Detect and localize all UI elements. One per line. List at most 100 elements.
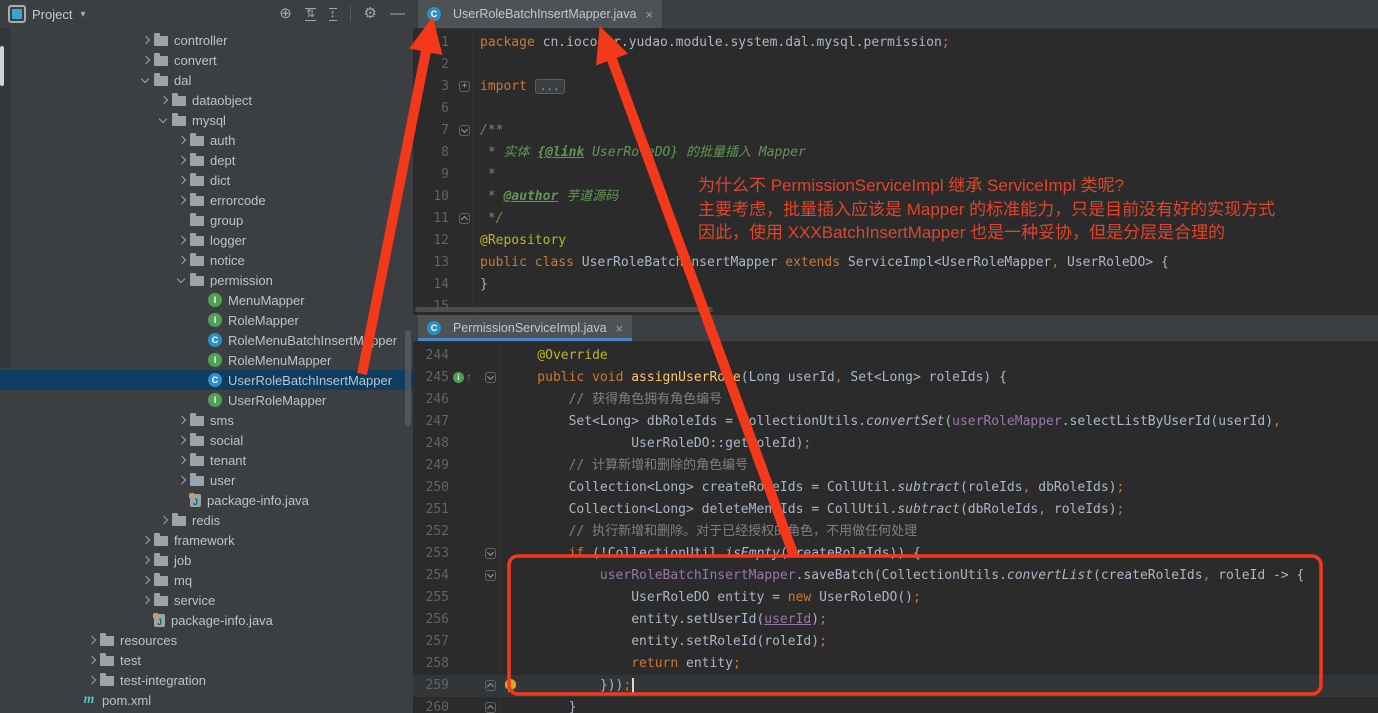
- tree-item-errorcode[interactable]: errorcode: [0, 190, 413, 210]
- code-area-top[interactable]: 1package cn.iocoder.yudao.module.system.…: [413, 28, 1378, 315]
- line-number[interactable]: 260: [413, 697, 449, 713]
- code-line-250[interactable]: 250Collection<Long> createRoleIds = Coll…: [413, 477, 1378, 499]
- line-number[interactable]: 251: [413, 499, 449, 521]
- line-number[interactable]: 7: [413, 120, 449, 142]
- code-line-12[interactable]: 12@Repository: [413, 230, 1378, 252]
- tree-item-service[interactable]: service: [0, 590, 413, 610]
- line-number[interactable]: 15: [413, 296, 449, 315]
- line-number[interactable]: 258: [413, 653, 449, 675]
- tree-item-framework[interactable]: framework: [0, 530, 413, 550]
- fold-marker-icon[interactable]: [459, 213, 470, 224]
- project-panel-title[interactable]: Project: [32, 7, 72, 22]
- fold-marker-icon[interactable]: [485, 702, 496, 713]
- tree-item-mysql[interactable]: mysql: [0, 110, 413, 130]
- chevron-right-icon[interactable]: [138, 52, 154, 68]
- tree-item-auth[interactable]: auth: [0, 130, 413, 150]
- code-line-7[interactable]: 7/**: [413, 120, 1378, 142]
- fold-marker-icon[interactable]: [485, 570, 496, 581]
- fold-marker-icon[interactable]: [459, 125, 470, 136]
- chevron-right-icon[interactable]: [174, 152, 190, 168]
- tree-item-package-info.java[interactable]: Jpackage-info.java: [0, 490, 413, 510]
- tree-item-rolemenubatchinsertmapper[interactable]: CRoleMenuBatchInsertMapper: [0, 330, 413, 350]
- code-line-249[interactable]: 249// 计算新增和删除的角色编号: [413, 455, 1378, 477]
- chevron-down-icon[interactable]: [138, 72, 154, 88]
- code-line-8[interactable]: 8 * 实体 {@link UserRoleDO} 的批量插入 Mapper: [413, 142, 1378, 164]
- line-number[interactable]: 10: [413, 186, 449, 208]
- tree-item-group[interactable]: group: [0, 210, 413, 230]
- line-number[interactable]: 252: [413, 521, 449, 543]
- tree-item-pom.xml[interactable]: mpom.xml: [0, 690, 413, 710]
- tree-item-test-integration[interactable]: test-integration: [0, 670, 413, 690]
- tab-userrolebatchinsertmapper[interactable]: C UserRoleBatchInsertMapper.java ×: [418, 0, 662, 28]
- tree-item-dict[interactable]: dict: [0, 170, 413, 190]
- line-number[interactable]: 2: [413, 54, 449, 76]
- chevron-right-icon[interactable]: [138, 552, 154, 568]
- chevron-right-icon[interactable]: [174, 252, 190, 268]
- override-method-icon[interactable]: i: [453, 372, 464, 383]
- line-number[interactable]: 12: [413, 230, 449, 252]
- expand-all-icon[interactable]: ⇅: [305, 8, 316, 21]
- tree-item-menumapper[interactable]: IMenuMapper: [0, 290, 413, 310]
- code-line-258[interactable]: 258return entity;: [413, 653, 1378, 675]
- line-number[interactable]: 9: [413, 164, 449, 186]
- line-number[interactable]: 248: [413, 433, 449, 455]
- line-number[interactable]: 8: [413, 142, 449, 164]
- chevron-right-icon[interactable]: [138, 32, 154, 48]
- code-line-9[interactable]: 9 *: [413, 164, 1378, 186]
- tree-item-package-info.java[interactable]: Jpackage-info.java: [0, 610, 413, 630]
- chevron-right-icon[interactable]: [156, 512, 172, 528]
- line-number[interactable]: 253: [413, 543, 449, 565]
- chevron-right-icon[interactable]: [174, 452, 190, 468]
- tree-item-rolemenumapper[interactable]: IRoleMenuMapper: [0, 350, 413, 370]
- locate-file-icon[interactable]: ⊕: [279, 6, 292, 22]
- tree-item-user[interactable]: user: [0, 470, 413, 490]
- code-line-2[interactable]: 2: [413, 54, 1378, 76]
- tree-item-dal[interactable]: dal: [0, 70, 413, 90]
- code-line-6[interactable]: 6: [413, 98, 1378, 120]
- code-line-257[interactable]: 257entity.setRoleId(roleId);: [413, 631, 1378, 653]
- tree-item-rolemapper[interactable]: IRoleMapper: [0, 310, 413, 330]
- intention-bulb-icon[interactable]: [505, 679, 516, 689]
- chevron-down-icon[interactable]: [156, 112, 172, 128]
- code-line-251[interactable]: 251Collection<Long> deleteMenuIds = Coll…: [413, 499, 1378, 521]
- line-number[interactable]: 250: [413, 477, 449, 499]
- chevron-down-icon[interactable]: ▾: [80, 9, 85, 20]
- code-line-15[interactable]: 15: [413, 296, 1378, 315]
- code-line-252[interactable]: 252// 执行新增和删除。对于已经授权的角色，不用做任何处理: [413, 521, 1378, 543]
- line-number[interactable]: 256: [413, 609, 449, 631]
- code-line-11[interactable]: 11 */: [413, 208, 1378, 230]
- chevron-right-icon[interactable]: [174, 132, 190, 148]
- code-line-245[interactable]: 245i↑public void assignUserRole(Long use…: [413, 367, 1378, 389]
- fold-marker-icon[interactable]: [485, 680, 496, 691]
- tree-item-dataobject[interactable]: dataobject: [0, 90, 413, 110]
- chevron-right-icon[interactable]: [174, 192, 190, 208]
- line-number[interactable]: 254: [413, 565, 449, 587]
- chevron-right-icon[interactable]: [174, 412, 190, 428]
- chevron-right-icon[interactable]: [138, 532, 154, 548]
- fold-marker-icon[interactable]: [485, 372, 496, 383]
- code-line-259[interactable]: 259}));: [413, 675, 1378, 697]
- code-line-260[interactable]: 260}: [413, 697, 1378, 713]
- tree-item-social[interactable]: social: [0, 430, 413, 450]
- tree-item-dept[interactable]: dept: [0, 150, 413, 170]
- code-line-247[interactable]: 247Set<Long> dbRoleIds = CollectionUtils…: [413, 411, 1378, 433]
- code-line-14[interactable]: 14}: [413, 274, 1378, 296]
- tree-item-controller[interactable]: controller: [0, 30, 413, 50]
- code-line-255[interactable]: 255UserRoleDO entity = new UserRoleDO();: [413, 587, 1378, 609]
- tree-item-resources[interactable]: resources: [0, 630, 413, 650]
- collapse-all-icon[interactable]: ↕: [329, 8, 337, 21]
- code-line-1[interactable]: 1package cn.iocoder.yudao.module.system.…: [413, 32, 1378, 54]
- code-line-248[interactable]: 248UserRoleDO::getRoleId);: [413, 433, 1378, 455]
- tree-item-permission[interactable]: permission: [0, 270, 413, 290]
- project-tree-scrollbar[interactable]: [405, 330, 411, 426]
- fold-marker-icon[interactable]: +: [459, 81, 470, 92]
- line-number[interactable]: 255: [413, 587, 449, 609]
- chevron-right-icon[interactable]: [84, 652, 100, 668]
- code-line-244[interactable]: 244@Override: [413, 345, 1378, 367]
- chevron-right-icon[interactable]: [174, 432, 190, 448]
- chevron-right-icon[interactable]: [84, 632, 100, 648]
- fold-marker-icon[interactable]: [485, 548, 496, 559]
- code-area-bottom[interactable]: 244@Override245i↑public void assignUserR…: [413, 341, 1378, 713]
- code-line-246[interactable]: 246// 获得角色拥有角色编号: [413, 389, 1378, 411]
- tree-item-sms[interactable]: sms: [0, 410, 413, 430]
